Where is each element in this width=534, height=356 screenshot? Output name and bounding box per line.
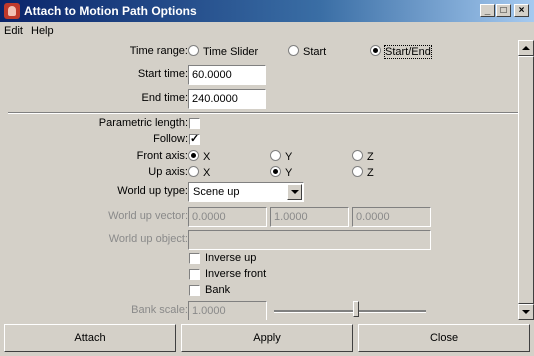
app-icon (4, 3, 20, 19)
bank-scale-label: Bank scale: (131, 304, 188, 316)
menu-help[interactable]: Help (31, 25, 54, 37)
bank-scale-slider-track[interactable] (274, 310, 426, 313)
world-up-type-label: World up type: (117, 185, 188, 197)
window-title: Attach to Motion Path Options (24, 4, 197, 18)
close-window-button[interactable]: × (514, 4, 529, 17)
world-up-vector-label: World up vector: (108, 210, 188, 222)
radio-icon (288, 45, 299, 56)
front-axis-x-radio[interactable]: X (188, 150, 210, 163)
radio-icon (270, 150, 281, 161)
world-up-vector-x-field[interactable]: 0.0000 (188, 207, 267, 227)
follow-checkbox[interactable] (189, 132, 200, 145)
world-up-type-dropdown[interactable]: Scene up (188, 182, 304, 202)
radio-selected-icon (370, 45, 381, 56)
maximize-button[interactable]: □ (496, 4, 511, 17)
close-icon: × (518, 5, 525, 16)
section-divider (8, 112, 524, 114)
up-axis-y-radio[interactable]: Y (270, 166, 292, 179)
bank-checkbox[interactable] (189, 285, 200, 296)
inverse-up-label: Inverse up (205, 252, 257, 264)
inverse-front-label: Inverse front (205, 268, 267, 280)
inverse-front-checkbox[interactable] (189, 269, 200, 280)
scroll-down-icon[interactable] (518, 304, 534, 320)
radio-selected-icon (270, 166, 281, 177)
follow-label: Follow: (153, 133, 188, 145)
radio-icon (188, 45, 199, 56)
front-axis-z-radio[interactable]: Z (352, 150, 374, 163)
options-window: Attach to Motion Path Options _ □ × Edit… (0, 0, 534, 356)
menu-edit[interactable]: Edit (4, 25, 23, 37)
radio-icon (352, 150, 363, 161)
start-time-label: Start time: (137, 68, 188, 80)
vertical-scrollbar[interactable] (518, 40, 534, 320)
end-time-label: End time: (141, 92, 188, 104)
minimize-icon: _ (484, 5, 491, 16)
minimize-button[interactable]: _ (480, 4, 495, 17)
parametric-length-label: Parametric length: (98, 117, 188, 129)
front-axis-y-radio[interactable]: Y (270, 150, 292, 163)
radio-icon (188, 166, 199, 177)
apply-button[interactable]: Apply (181, 324, 353, 352)
world-up-object-label: World up object: (108, 233, 188, 245)
up-axis-x-radio[interactable]: X (188, 166, 210, 179)
radio-selected-icon (188, 150, 199, 161)
scroll-thumb[interactable] (518, 56, 534, 304)
attach-button[interactable]: Attach (4, 324, 176, 352)
end-time-field[interactable]: 240.0000 (188, 89, 266, 109)
up-axis-z-radio[interactable]: Z (352, 166, 374, 179)
close-button[interactable]: Close (358, 324, 530, 352)
time-range-label: Time range: (129, 45, 188, 57)
bank-label: Bank (205, 284, 231, 296)
bank-scale-field[interactable]: 1.0000 (188, 301, 267, 320)
bank-scale-slider-thumb[interactable] (353, 301, 359, 317)
chevron-down-icon[interactable] (287, 184, 302, 200)
world-up-vector-z-field[interactable]: 0.0000 (352, 207, 431, 227)
menu-bar: Edit Help (0, 22, 534, 40)
world-up-vector-y-field[interactable]: 1.0000 (270, 207, 349, 227)
inverse-up-checkbox[interactable] (189, 253, 200, 264)
options-panel: Time range: Time Slider Start Start/End … (8, 40, 524, 320)
up-axis-label: Up axis: (148, 166, 188, 178)
world-up-object-field[interactable] (188, 230, 431, 250)
time-range-time-slider-radio[interactable]: Time Slider (188, 45, 258, 58)
parametric-length-checkbox[interactable] (189, 118, 200, 129)
front-axis-label: Front axis: (136, 150, 188, 162)
start-time-field[interactable]: 60.0000 (188, 65, 266, 85)
time-range-start-end-radio[interactable]: Start/End (370, 45, 432, 59)
maximize-icon: □ (500, 5, 507, 16)
radio-icon (352, 166, 363, 177)
time-range-start-radio[interactable]: Start (288, 45, 326, 58)
scroll-up-icon[interactable] (518, 40, 534, 56)
title-bar[interactable]: Attach to Motion Path Options _ □ × (0, 0, 534, 22)
button-bar: Attach Apply Close (0, 322, 534, 356)
